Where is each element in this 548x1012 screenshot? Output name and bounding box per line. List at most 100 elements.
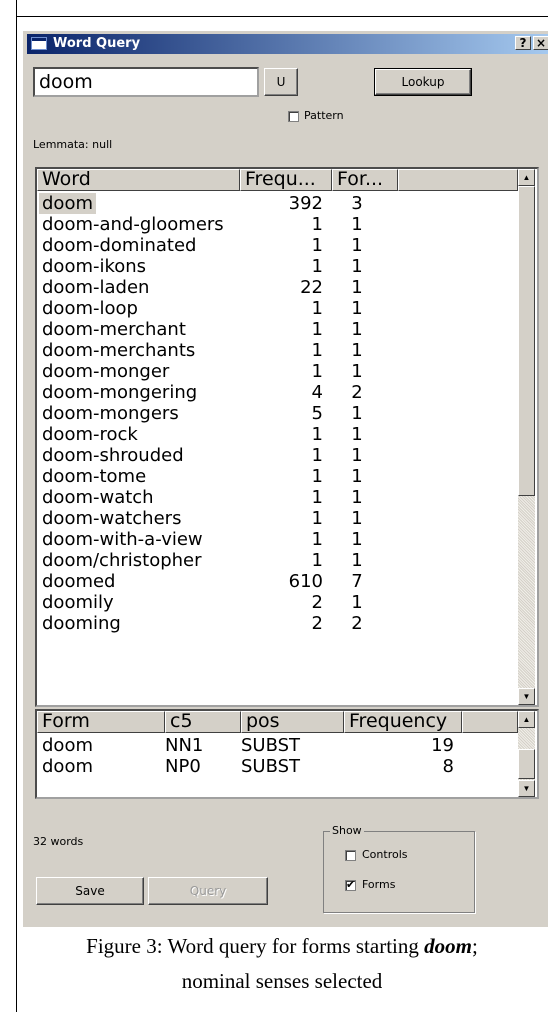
table-row[interactable]: doom NN1 SUBST 19 — [37, 735, 518, 756]
show-groupbox: Show Controls ✔ Forms — [323, 824, 475, 913]
forms-scrollbar[interactable]: ▲ ▼ — [518, 711, 535, 797]
table-row[interactable]: doom-merchant 1 1 — [37, 319, 518, 340]
forms-count-cell: 1 — [351, 214, 363, 235]
table-row[interactable]: doomily 2 1 — [37, 592, 518, 613]
table-row[interactable]: doom-with-a-view 1 1 — [37, 529, 518, 550]
forms-count-cell: 2 — [351, 613, 363, 634]
table-row[interactable]: doom-ikons 1 1 — [37, 256, 518, 277]
word-cell: doomily — [42, 592, 114, 613]
frequency-cell: 5 — [311, 403, 323, 424]
controls-checkbox[interactable] — [345, 850, 356, 861]
query-button[interactable]: Query — [148, 877, 268, 905]
forms-count-cell: 1 — [351, 403, 363, 424]
pattern-checkbox[interactable] — [288, 111, 299, 122]
words-scrollbar[interactable]: ▲ ▼ — [518, 169, 535, 705]
word-cell: doom/christopher — [42, 550, 202, 571]
words-list[interactable]: Word Frequ... For... doom 392 3 doom-and-gl… — [35, 167, 539, 707]
table-row[interactable]: doom-shrouded 1 1 — [37, 445, 518, 466]
frequency-cell: 1 — [311, 466, 323, 487]
words-scroll-thumb[interactable] — [518, 186, 535, 496]
table-row[interactable]: doom-and-gloomers 1 1 — [37, 214, 518, 235]
frequency-cell: 1 — [311, 214, 323, 235]
word-cell: doom — [39, 193, 96, 214]
forms-checkbox[interactable]: ✔ — [345, 880, 356, 891]
word-cell: doom-merchants — [42, 340, 196, 361]
frequency-cell: 1 — [311, 445, 323, 466]
caption-prefix: Figure 3: Word query for forms starting — [86, 934, 425, 958]
checkmark-icon: ✔ — [346, 879, 356, 891]
forms-count-cell: 1 — [351, 277, 363, 298]
help-button[interactable]: ? — [515, 36, 531, 50]
table-row[interactable]: doom-watchers 1 1 — [37, 508, 518, 529]
title-bar[interactable]: Word Query ? × — [27, 34, 548, 54]
table-row[interactable]: doom-dominated 1 1 — [37, 235, 518, 256]
table-row[interactable]: doom-loop 1 1 — [37, 298, 518, 319]
table-row[interactable]: doom-merchants 1 1 — [37, 340, 518, 361]
forms-count-cell: 1 — [351, 424, 363, 445]
word-cell: doom-loop — [42, 298, 138, 319]
save-button[interactable]: Save — [36, 877, 144, 905]
forms-scroll-thumb[interactable] — [518, 749, 535, 779]
frequency-cell: 1 — [311, 487, 323, 508]
column-header-form[interactable]: Form — [37, 711, 165, 733]
forms-count-cell: 1 — [351, 529, 363, 550]
scroll-down-arrow-icon[interactable]: ▼ — [518, 780, 535, 797]
forms-count-cell: 1 — [351, 550, 363, 571]
close-button[interactable]: × — [533, 36, 548, 50]
app-window-icon — [31, 37, 47, 50]
table-row[interactable]: doom-watch 1 1 — [37, 487, 518, 508]
word-search-input[interactable]: doom — [33, 67, 259, 97]
caption-suffix: ; — [471, 934, 478, 958]
scroll-down-arrow-icon[interactable]: ▼ — [518, 688, 535, 705]
word-cell: doomed — [42, 571, 116, 592]
table-row[interactable]: doom/christopher 1 1 — [37, 550, 518, 571]
table-row[interactable]: doom-mongers 5 1 — [37, 403, 518, 424]
column-header-word[interactable]: Word — [37, 169, 240, 191]
scroll-up-arrow-icon[interactable]: ▲ — [518, 711, 535, 728]
u-button[interactable]: U — [264, 68, 298, 96]
word-cell: doom-mongering — [42, 382, 198, 403]
forms-list[interactable]: Form c5 pos Frequency doom NN1 SUBST 19 doom… — [35, 709, 539, 799]
frequency-cell: 610 — [288, 571, 323, 592]
table-row[interactable]: doom-tome 1 1 — [37, 466, 518, 487]
frequency-cell: 8 — [442, 756, 454, 777]
word-query-window: Word Query ? × doom U Lookup Pattern Lem… — [22, 30, 548, 927]
column-header-frequency[interactable]: Frequ... — [240, 169, 332, 191]
word-cell: doom-with-a-view — [42, 529, 203, 550]
scroll-up-arrow-icon[interactable]: ▲ — [518, 169, 535, 186]
column-header-forms[interactable]: For... — [332, 169, 398, 191]
forms-count-cell: 1 — [351, 298, 363, 319]
frequency-cell: 2 — [311, 592, 323, 613]
word-cell: doom-monger — [42, 361, 170, 382]
figure-caption-line2: nominal senses selected — [181, 969, 383, 993]
lookup-button[interactable]: Lookup — [374, 68, 472, 96]
table-row[interactable]: doom-mongering 4 2 — [37, 382, 518, 403]
column-header-pos[interactable]: pos — [241, 711, 344, 733]
word-cell: doom-tome — [42, 466, 147, 487]
table-row[interactable]: doom-rock 1 1 — [37, 424, 518, 445]
frequency-cell: 1 — [311, 508, 323, 529]
figure-caption-line1: Figure 3: Word query for forms starting … — [16, 934, 548, 959]
window-title: Word Query — [53, 36, 141, 51]
page-frame-left — [16, 0, 17, 1012]
table-row[interactable]: doomed 610 7 — [37, 571, 518, 592]
table-row[interactable]: doom NP0 SUBST 8 — [37, 756, 518, 777]
column-header-form-frequency[interactable]: Frequency — [344, 711, 462, 733]
word-cell: doom-rock — [42, 424, 138, 445]
pos-cell: SUBST — [241, 735, 301, 756]
forms-count-cell: 1 — [351, 256, 363, 277]
forms-count-cell: 1 — [351, 487, 363, 508]
forms-count-cell: 1 — [351, 445, 363, 466]
forms-count-cell: 1 — [351, 466, 363, 487]
table-row[interactable]: dooming 2 2 — [37, 613, 518, 634]
table-row[interactable]: doom-laden 22 1 — [37, 277, 518, 298]
table-row[interactable]: doom-monger 1 1 — [37, 361, 518, 382]
table-row[interactable]: doom 392 3 — [37, 193, 518, 214]
column-header-c5[interactable]: c5 — [165, 711, 241, 733]
frequency-cell: 1 — [311, 319, 323, 340]
frequency-cell: 22 — [300, 277, 323, 298]
word-cell: doom-mongers — [42, 403, 179, 424]
word-cell: doom-dominated — [42, 235, 197, 256]
frequency-cell: 392 — [288, 193, 323, 214]
frequency-cell: 1 — [311, 424, 323, 445]
